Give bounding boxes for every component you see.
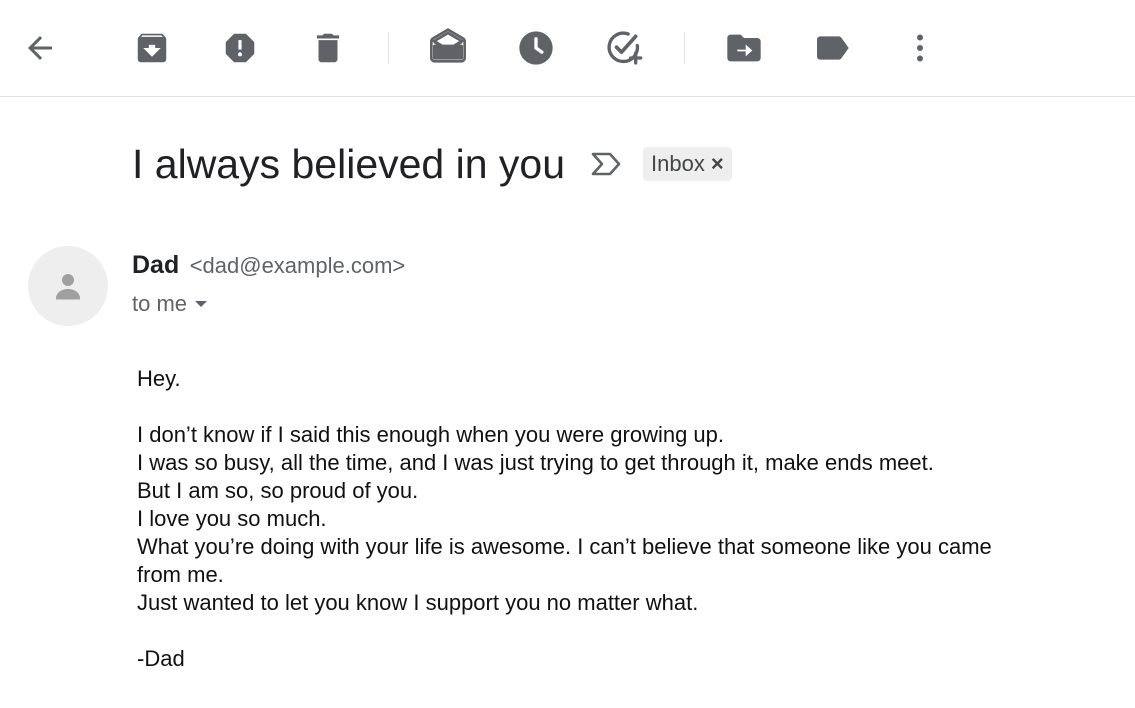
body-line: I love you so much. bbox=[137, 506, 327, 531]
recipient-text: to me bbox=[132, 291, 188, 316]
body-line: I don’t know if I said this enough when … bbox=[137, 422, 725, 447]
importance-marker[interactable] bbox=[589, 149, 623, 179]
sender-line: Dad <dad@example.com> bbox=[132, 251, 405, 280]
archive-icon bbox=[137, 33, 167, 63]
toolbar-divider bbox=[684, 32, 685, 64]
mark-unread-button[interactable] bbox=[428, 28, 468, 68]
toolbar-divider bbox=[388, 32, 389, 64]
body-line: I was so busy, all the time, and I was j… bbox=[137, 450, 934, 475]
email-subject: I always believed in you bbox=[132, 140, 566, 187]
archive-button[interactable] bbox=[132, 28, 172, 68]
trash-icon bbox=[316, 33, 340, 63]
body-signature: -Dad bbox=[137, 646, 185, 671]
avatar[interactable] bbox=[28, 246, 108, 326]
snooze-button[interactable] bbox=[516, 28, 556, 68]
more-vert-icon bbox=[917, 34, 923, 62]
remove-label-button[interactable]: × bbox=[711, 151, 724, 177]
chevron-down-icon bbox=[195, 301, 208, 307]
body-line: What you’re doing with your life is awes… bbox=[137, 534, 992, 587]
clock-icon bbox=[519, 31, 553, 65]
move-to-icon bbox=[727, 34, 761, 62]
toolbar bbox=[0, 0, 1135, 97]
mark-unread-icon bbox=[430, 28, 467, 63]
label-button[interactable] bbox=[812, 28, 852, 68]
sender-name[interactable]: Dad bbox=[132, 251, 179, 279]
inbox-label-chip[interactable]: Inbox × bbox=[643, 147, 732, 181]
importance-marker-icon bbox=[591, 152, 621, 176]
subject-row: I always believed in you Inbox × bbox=[132, 136, 732, 192]
more-options-button[interactable] bbox=[900, 28, 940, 68]
add-to-tasks-button[interactable] bbox=[604, 28, 644, 68]
report-spam-icon bbox=[225, 33, 255, 63]
arrow-left-icon bbox=[28, 36, 52, 60]
sender-email: <dad@example.com> bbox=[189, 253, 406, 278]
body-greeting: Hey. bbox=[137, 366, 181, 391]
delete-button[interactable] bbox=[308, 28, 348, 68]
recipient-details-toggle[interactable]: to me bbox=[132, 291, 208, 317]
label-icon bbox=[817, 36, 849, 60]
body-line: But I am so, so proud of you. bbox=[137, 478, 419, 503]
email-body: Hey. I don’t know if I said this enough … bbox=[137, 365, 1117, 673]
add-task-icon bbox=[607, 31, 643, 65]
label-chip-text: Inbox bbox=[651, 151, 705, 176]
person-icon bbox=[56, 274, 80, 300]
back-button[interactable] bbox=[20, 28, 60, 68]
move-to-button[interactable] bbox=[724, 28, 764, 68]
body-line: Just wanted to let you know I support yo… bbox=[137, 590, 699, 615]
report-spam-button[interactable] bbox=[220, 28, 260, 68]
